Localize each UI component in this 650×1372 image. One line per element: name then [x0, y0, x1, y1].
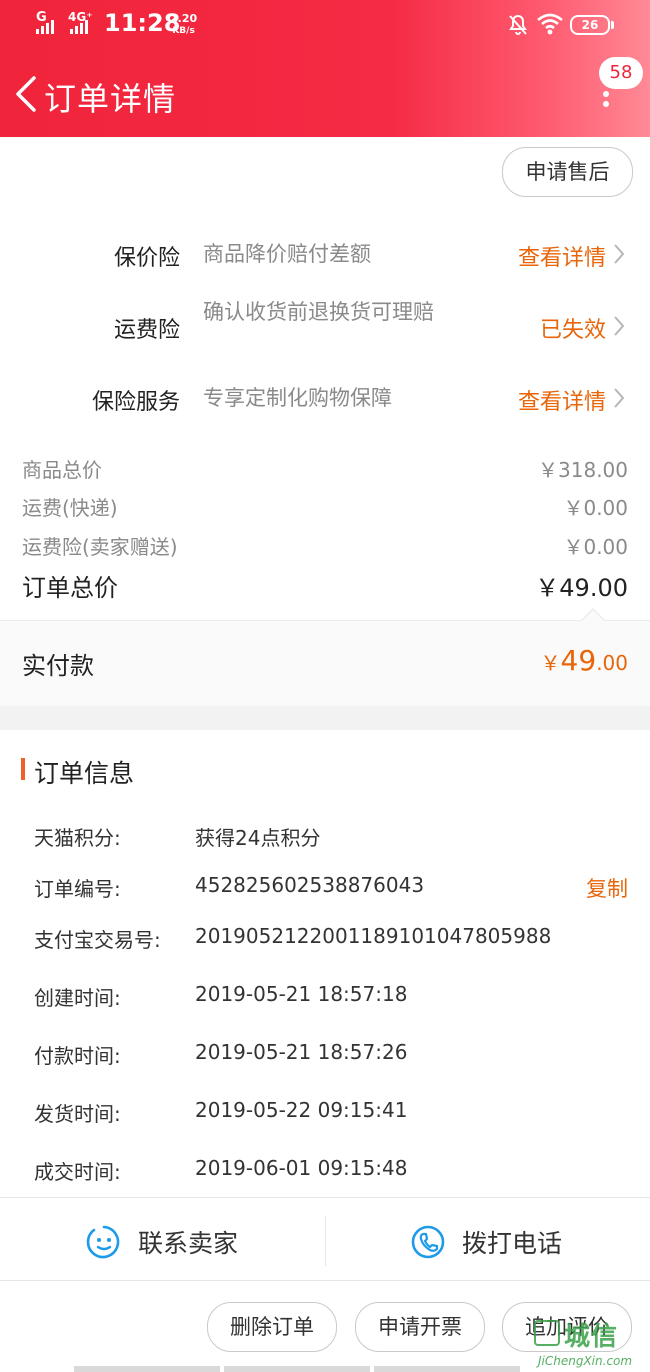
section-divider	[0, 706, 650, 730]
paid-box-pointer-inner	[581, 610, 605, 622]
contact-divider	[325, 1216, 326, 1266]
order-total-value: ￥49.00	[535, 574, 628, 602]
speed-unit: KB/s	[172, 26, 195, 36]
info-label: 订单编号:	[34, 877, 121, 901]
insurance-name: 保险服务	[91, 390, 180, 415]
paid-label: 实付款	[22, 652, 94, 680]
goods-total-label: 商品总价	[22, 458, 102, 482]
order-info-title: 订单信息	[34, 759, 135, 788]
contact-seller-label: 联系卖家	[138, 1229, 239, 1258]
status-bar: G 4G⁺ 11:28 2.20 KB/s 26	[0, 0, 650, 50]
info-value: 452825602538876043	[195, 873, 425, 897]
shipping-insurance-label: 运费险(卖家赠送)	[22, 535, 178, 559]
insurance-desc: 确认收货前退换货可理赔	[203, 300, 434, 324]
chevron-right-icon	[614, 244, 625, 264]
info-label: 天猫积分:	[34, 826, 121, 850]
info-label: 成交时间:	[34, 1160, 121, 1184]
smiley-chat-icon	[86, 1225, 120, 1259]
insurance-desc: 商品降价赔付差额	[203, 242, 371, 266]
watermark-logo: 城信 JiChengXin.com	[530, 1318, 650, 1372]
watermark-brand: 城信	[564, 1322, 619, 1352]
copy-order-number-button[interactable]: 复制	[586, 873, 628, 903]
insurance-name: 保价险	[113, 246, 180, 271]
insurance-desc: 专享定制化购物保障	[203, 386, 392, 410]
shipping-label: 运费(快递)	[22, 496, 118, 520]
watermark-mark-icon	[534, 1320, 560, 1346]
shipping-insurance-value: ￥0.00	[563, 535, 628, 559]
more-icon[interactable]	[600, 88, 612, 112]
bottom-edge-bar	[224, 1366, 370, 1372]
paid-decimal: .00	[596, 651, 628, 675]
info-label: 支付宝交易号:	[34, 928, 161, 952]
watermark-url: JiChengXin.com	[538, 1354, 633, 1368]
info-value: 2019-05-22 09:15:41	[195, 1098, 408, 1122]
info-value: 2019052122001189101047805988	[195, 924, 552, 948]
network-speed: 2.20 KB/s	[170, 13, 197, 37]
request-invoice-button[interactable]: 申请开票	[355, 1302, 485, 1352]
bottom-edge-bar	[374, 1366, 520, 1372]
info-label: 付款时间:	[34, 1044, 121, 1068]
insurance-status[interactable]: 已失效	[540, 312, 606, 344]
signal-1-icon	[36, 16, 54, 34]
info-value: 2019-06-01 09:15:48	[195, 1156, 408, 1180]
info-value: 获得24点积分	[195, 826, 321, 850]
info-label: 创建时间:	[34, 986, 121, 1010]
page-title: 订单详情	[44, 80, 177, 118]
signal-2-icon	[70, 16, 88, 34]
clock: 11:28	[104, 9, 181, 37]
info-label: 发货时间:	[34, 1102, 121, 1126]
goods-total-value: ￥318.00	[538, 458, 628, 482]
section-accent-bar	[21, 758, 25, 780]
call-phone-label: 拨打电话	[462, 1229, 563, 1258]
insurance-action-link[interactable]: 查看详情	[518, 240, 606, 272]
back-chevron-icon[interactable]	[10, 74, 40, 114]
paid-amount: ￥49.00	[541, 644, 628, 677]
battery-tip	[611, 21, 614, 29]
info-value: 2019-05-21 18:57:26	[195, 1040, 408, 1064]
shipping-value: ￥0.00	[563, 496, 628, 520]
speed-value: 2.20	[170, 12, 198, 25]
battery-icon: 26	[570, 15, 610, 35]
bell-off-icon	[509, 14, 527, 35]
info-value: 2019-05-21 18:57:18	[195, 982, 408, 1006]
insurance-name: 运费险	[113, 318, 180, 343]
contact-seller-button[interactable]: 联系卖家	[86, 1218, 238, 1266]
phone-icon	[411, 1225, 445, 1259]
delete-order-button[interactable]: 删除订单	[207, 1302, 337, 1352]
chevron-right-icon	[614, 388, 625, 408]
insurance-action-link[interactable]: 查看详情	[518, 384, 606, 416]
wifi-icon	[537, 13, 563, 35]
message-count-badge[interactable]: 58	[599, 57, 643, 89]
chevron-right-icon	[614, 316, 625, 336]
bottom-edge-bar	[74, 1366, 220, 1372]
request-aftersale-button[interactable]: 申请售后	[502, 147, 633, 197]
order-total-label: 订单总价	[22, 574, 118, 602]
paid-currency: ￥	[540, 651, 561, 675]
call-phone-button[interactable]: 拨打电话	[410, 1218, 562, 1266]
paid-integer: 49	[560, 644, 597, 677]
